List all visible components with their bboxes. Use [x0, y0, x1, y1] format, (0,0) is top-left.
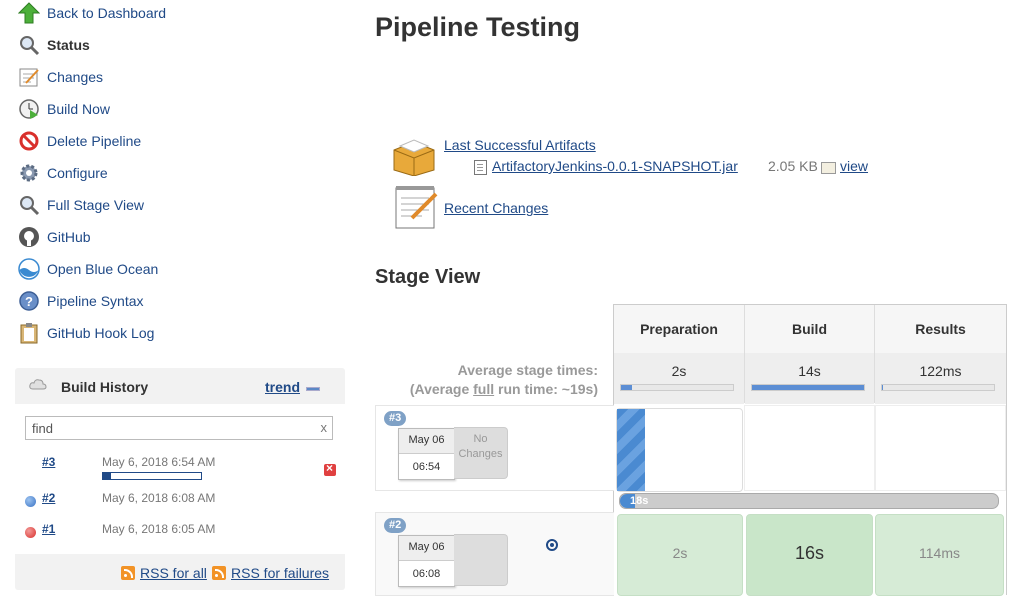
rss-icon — [121, 566, 135, 580]
build-link-1[interactable]: #1 — [42, 522, 55, 536]
red-ball-icon — [25, 527, 36, 538]
avg-time-preparation: 2s — [614, 353, 744, 404]
full-run-link[interactable]: full — [473, 381, 494, 397]
stage-header-results[interactable]: Results — [875, 305, 1006, 353]
run-row-3: #3 May 06 06:54 No Changes — [375, 405, 614, 491]
build-date-1[interactable]: May 6, 2018 6:05 AM — [102, 522, 215, 536]
build-row-3: #3 May 6, 2018 6:54 AM — [15, 450, 345, 481]
task-open-blue-ocean[interactable]: Open Blue Ocean — [16, 256, 346, 288]
run-date-card[interactable]: May 06 06:54 — [398, 428, 455, 480]
build-link-2[interactable]: #2 — [42, 491, 55, 505]
build-link-3[interactable]: #3 — [42, 455, 55, 469]
clear-find-button[interactable]: x — [321, 420, 328, 435]
rss-failures-link[interactable]: RSS for failures — [212, 565, 329, 581]
avg-bar — [620, 384, 734, 391]
stage-cell-results-success[interactable]: 114ms — [875, 514, 1004, 596]
find-input[interactable] — [32, 419, 312, 437]
stage-cell-preparation-running[interactable] — [616, 408, 743, 492]
notepad-icon — [395, 186, 438, 229]
rss-icon — [212, 566, 226, 580]
artifact-file-link[interactable]: ArtifactoryJenkins-0.0.1-SNAPSHOT.jar — [492, 158, 738, 174]
build-date-2[interactable]: May 6, 2018 6:08 AM — [102, 491, 215, 505]
task-changes[interactable]: Changes — [16, 64, 346, 96]
task-status[interactable]: Status — [16, 32, 346, 64]
build-date-3[interactable]: May 6, 2018 6:54 AM — [102, 455, 215, 469]
rss-all-link[interactable]: RSS for all — [121, 565, 207, 581]
stage-header-preparation[interactable]: Preparation — [614, 305, 744, 353]
task-github-hook-log[interactable]: GitHub Hook Log — [16, 320, 346, 352]
recent-changes-link[interactable]: Recent Changes — [444, 200, 548, 216]
task-delete-pipeline[interactable]: Delete Pipeline — [16, 128, 346, 160]
clipboard-icon — [20, 323, 38, 344]
stage-header-build[interactable]: Build — [745, 305, 874, 353]
avg-bar — [751, 384, 865, 391]
build-history-body: x #3 May 6, 2018 6:54 AM #2 May 6, 2018 … — [15, 404, 345, 554]
artifact-size: 2.05 KB — [768, 158, 818, 174]
stage-cell-build-pending — [744, 405, 875, 491]
build-history-widget: Build History trend x #3 May 6, 2018 6:5… — [15, 368, 345, 590]
build-history-header: Build History trend — [15, 368, 345, 404]
stage-view-title: Stage View — [375, 266, 481, 288]
task-back-to-dashboard[interactable]: Back to Dashboard — [16, 0, 346, 32]
run-changes-card[interactable]: No Changes — [454, 427, 508, 479]
github-icon — [19, 227, 39, 247]
blue-ball-icon — [25, 496, 36, 507]
run-date-card[interactable]: May 06 06:08 — [398, 535, 455, 587]
trend-icon[interactable] — [306, 387, 320, 391]
average-stage-times-label: Average stage times: — [457, 362, 598, 378]
page-title: Pipeline Testing — [375, 12, 581, 42]
stage-cell-preparation-success[interactable]: 2s — [617, 514, 743, 596]
up-arrow-icon — [18, 2, 40, 24]
stage-cell-build-success[interactable]: 16s — [746, 514, 873, 596]
task-full-stage-view[interactable]: Full Stage View — [16, 192, 346, 224]
file-icon — [474, 160, 487, 175]
package-icon — [393, 139, 435, 176]
input-required-icon[interactable] — [546, 539, 558, 551]
run-progress-bar: 18s — [619, 493, 999, 509]
fingerprint-icon — [821, 162, 836, 174]
find-box: x — [25, 416, 333, 440]
build-row-1: #1 May 6, 2018 6:05 AM — [15, 517, 345, 548]
task-build-now[interactable]: Build Now — [16, 96, 346, 128]
task-configure[interactable]: Configure — [16, 160, 346, 192]
gear-icon — [20, 164, 38, 182]
abort-build-button[interactable] — [324, 461, 336, 476]
task-pipeline-syntax[interactable]: ? Pipeline Syntax — [16, 288, 346, 320]
task-github[interactable]: GitHub — [16, 224, 346, 256]
magnifier-icon — [20, 196, 40, 216]
cloud-icon — [29, 379, 47, 390]
svg-text:?: ? — [25, 294, 33, 309]
build-history-title: Build History — [61, 379, 149, 395]
average-full-run-time: (Average full run time: ~19s) — [409, 381, 598, 397]
no-entry-icon — [19, 131, 39, 151]
avg-time-results: 122ms — [875, 353, 1006, 404]
run-row-2: #2 May 06 06:08 — [375, 512, 614, 596]
build-progress-bar[interactable] — [102, 472, 202, 480]
help-icon: ? — [19, 291, 39, 311]
notepad-icon — [19, 68, 39, 87]
trend-link[interactable]: trend — [265, 379, 300, 395]
blue-ocean-icon — [18, 258, 40, 280]
artifact-view-link[interactable]: view — [840, 158, 868, 174]
magnifier-icon — [20, 36, 40, 56]
clock-play-icon — [19, 99, 39, 119]
run-badge-2[interactable]: #2 — [384, 518, 407, 533]
build-history-footer: RSS for all RSS for failures — [15, 554, 345, 590]
stage-cell-results-pending — [875, 405, 1006, 491]
running-indicator — [617, 409, 645, 491]
last-successful-artifacts-link[interactable]: Last Successful Artifacts — [444, 137, 596, 153]
build-row-2: #2 May 6, 2018 6:08 AM — [15, 486, 345, 517]
sidebar-tasks: Back to Dashboard Status Changes Build N… — [16, 0, 346, 352]
avg-bar — [881, 384, 995, 391]
run-badge-3[interactable]: #3 — [384, 411, 407, 426]
run-changes-card[interactable] — [454, 534, 508, 586]
avg-time-build: 14s — [745, 353, 874, 404]
